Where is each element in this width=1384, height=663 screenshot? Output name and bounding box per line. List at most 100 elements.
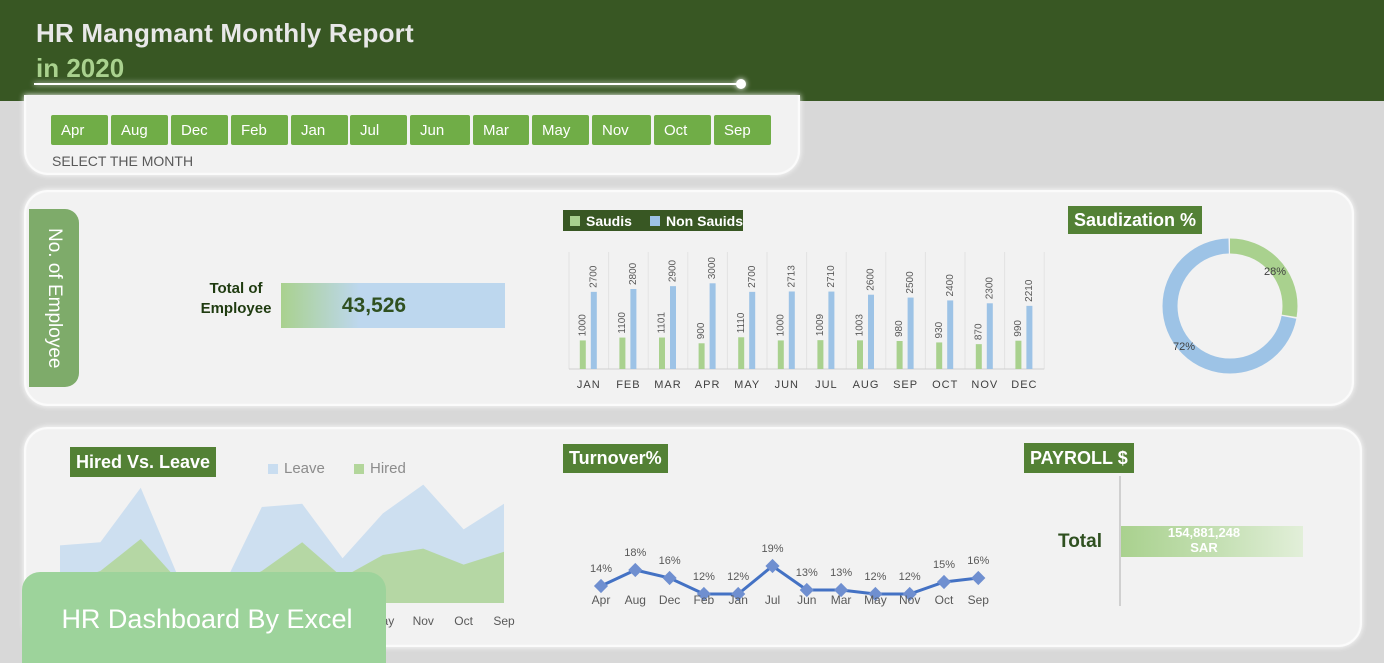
legend-leave-swatch bbox=[268, 463, 278, 474]
turnover-data-label: 16% bbox=[659, 555, 681, 567]
slicer-hint: SELECT THE MONTH bbox=[52, 153, 194, 169]
legend-hired-label: Hired bbox=[370, 460, 406, 477]
bar-x-tick-label: SEP bbox=[893, 379, 918, 391]
bar-data-label: 2900 bbox=[668, 259, 679, 282]
turnover-x-tick-label: Dec bbox=[659, 593, 680, 607]
area-x-tick-label: Nov bbox=[413, 614, 434, 628]
title-underline-dot bbox=[736, 79, 746, 89]
bar-x-tick-label: OCT bbox=[932, 379, 958, 391]
slicer-month-jul[interactable]: Jul bbox=[350, 115, 407, 145]
turnover-title: Turnover% bbox=[563, 444, 668, 473]
bar-data-label: 2300 bbox=[984, 277, 995, 300]
turnover-x-tick-label: Jul bbox=[765, 593, 780, 607]
turnover-data-label: 12% bbox=[693, 571, 715, 583]
turnover-data-label: 18% bbox=[624, 547, 646, 559]
bar-non-sauids-jun bbox=[788, 291, 795, 369]
bar-data-label: 990 bbox=[1013, 320, 1024, 337]
total-employee-label: Total of Employee bbox=[200, 280, 272, 317]
saudization-donut-chart: 28% 72% bbox=[1162, 238, 1298, 374]
slicer-month-sep[interactable]: Sep bbox=[714, 115, 771, 145]
turnover-line-chart: 14% Apr 18% Aug 16% Dec 12% Feb 12% Jan 19% Jul 13% J… bbox=[590, 543, 990, 607]
bar-data-label: 930 bbox=[934, 321, 945, 338]
legend-leave: Leave bbox=[268, 460, 325, 477]
slicer-month-dec[interactable]: Dec bbox=[171, 115, 228, 145]
turnover-x-tick-label: Apr bbox=[592, 593, 611, 607]
bar-data-label: 2700 bbox=[747, 265, 758, 288]
bar-data-label: 1110 bbox=[736, 312, 747, 333]
slicer-month-may[interactable]: May bbox=[532, 115, 589, 145]
slicer-month-nov[interactable]: Nov bbox=[592, 115, 651, 145]
report-header bbox=[0, 0, 1384, 101]
slicer-month-feb[interactable]: Feb bbox=[231, 115, 288, 145]
turnover-point-dec bbox=[662, 570, 677, 586]
bar-non-sauids-apr bbox=[709, 283, 716, 369]
dashboard-banner-text: HR Dashboard By Excel bbox=[61, 604, 353, 634]
bar-x-tick-label: MAY bbox=[734, 379, 760, 391]
bar-saudis-sep bbox=[896, 341, 903, 369]
turnover-point-aug bbox=[628, 562, 643, 578]
bar-non-sauids-oct bbox=[947, 300, 954, 369]
payroll-amount-value: 154,881,248 bbox=[1167, 525, 1241, 540]
turnover-data-label: 15% bbox=[933, 559, 955, 571]
turnover-point-sep bbox=[971, 570, 986, 586]
legend-non-saudis: Non Sauids bbox=[650, 210, 743, 231]
bar-x-tick-label: DEC bbox=[1011, 379, 1037, 391]
slicer-month-mar[interactable]: Mar bbox=[473, 115, 529, 145]
bar-saudis-dec bbox=[1015, 340, 1022, 369]
bar-non-sauids-jan bbox=[590, 291, 597, 369]
legend-saudis: Saudis bbox=[570, 210, 632, 231]
saudization-title-text: Saudization % bbox=[1074, 209, 1197, 230]
slicer-month-aug[interactable]: Aug bbox=[111, 115, 168, 145]
area-x-tick-label: Sep bbox=[493, 614, 515, 628]
bar-saudis-oct bbox=[936, 342, 943, 369]
hired-vs-leave-title-text: Hired Vs. Leave bbox=[76, 451, 211, 472]
turnover-data-label: 13% bbox=[796, 567, 818, 579]
turnover-data-label: 13% bbox=[830, 567, 852, 579]
turnover-data-label: 19% bbox=[761, 543, 783, 555]
bar-data-label: 870 bbox=[973, 323, 984, 340]
slicer-month-oct[interactable]: Oct bbox=[654, 115, 711, 145]
legend-hired: Hired bbox=[354, 460, 406, 477]
slicer-month-jun[interactable]: Jun bbox=[410, 115, 470, 145]
bar-x-tick-label: APR bbox=[695, 379, 721, 391]
turnover-line bbox=[600, 564, 979, 596]
bar-non-sauids-feb bbox=[630, 289, 637, 369]
slicer-month-jan[interactable]: Jan bbox=[291, 115, 348, 145]
payroll-total-label: Total bbox=[1058, 531, 1102, 552]
slicer-month-apr[interactable]: Apr bbox=[51, 115, 108, 145]
bar-saudis-jul bbox=[817, 340, 824, 369]
bar-data-label: 1101 bbox=[657, 312, 668, 334]
bar-data-label: 2800 bbox=[628, 262, 639, 285]
turnover-x-tick-label: Feb bbox=[694, 593, 715, 607]
bar-saudis-aug bbox=[857, 340, 863, 369]
turnover-title-text: Turnover% bbox=[569, 448, 662, 468]
bar-data-label: 980 bbox=[894, 320, 905, 337]
bar-data-label: 2400 bbox=[945, 274, 956, 297]
turnover-point-oct bbox=[936, 574, 952, 590]
turnover-x-tick-label: Oct bbox=[935, 593, 954, 607]
total-employee-value: 43,526 bbox=[341, 293, 407, 317]
title-underline bbox=[34, 83, 742, 85]
bar-non-sauids-nov bbox=[986, 303, 993, 369]
bar-x-tick-label: JAN bbox=[577, 379, 601, 391]
report-title: HR Mangmant Monthly Report bbox=[36, 18, 414, 48]
bar-x-tick-label: NOV bbox=[971, 379, 998, 391]
bar-saudis-apr bbox=[698, 343, 705, 369]
turnover-data-label: 14% bbox=[590, 563, 612, 575]
bar-data-label: 2210 bbox=[1024, 279, 1035, 302]
hired-vs-leave-title: Hired Vs. Leave bbox=[70, 447, 217, 477]
bar-data-label: 1000 bbox=[577, 314, 588, 337]
bar-data-label: 2500 bbox=[905, 271, 916, 294]
bar-x-tick-label: AUG bbox=[853, 379, 880, 391]
turnover-data-label: 16% bbox=[967, 555, 989, 567]
bar-saudis-jan bbox=[579, 340, 586, 369]
turnover-data-label: 12% bbox=[864, 571, 886, 583]
bar-data-label: 900 bbox=[696, 322, 707, 339]
legend-hired-swatch bbox=[354, 463, 364, 474]
turnover-x-tick-label: Sep bbox=[968, 593, 990, 607]
bar-data-label: 2713 bbox=[786, 265, 797, 288]
turnover-data-label: 12% bbox=[899, 571, 921, 583]
employees-bar-chart: 1000 2700 JAN 1100 2800 FEB 1101 2900 MAR 900 3000… bbox=[568, 252, 1045, 391]
bar-non-sauids-aug bbox=[868, 294, 874, 369]
report-year: in 2020 bbox=[36, 53, 125, 83]
